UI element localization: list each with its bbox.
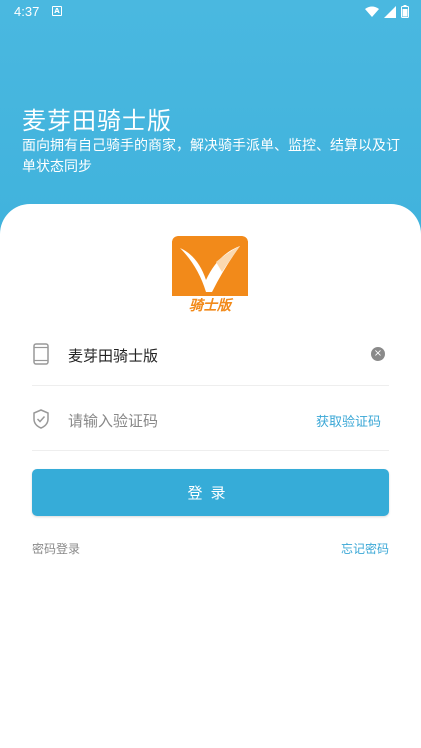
login-button[interactable]: 登录 (32, 469, 389, 516)
phone-field-row: 麦芽田骑士版 × (32, 324, 389, 386)
logo-mark (172, 236, 248, 296)
phone-icon (33, 343, 49, 365)
signal-icon (384, 5, 396, 18)
get-code-button[interactable]: 获取验证码 (316, 411, 381, 430)
notification-icon: A (52, 6, 62, 16)
app-logo: 骑士版 (172, 236, 248, 312)
logo-wing-icon (180, 246, 240, 292)
status-icons (365, 5, 409, 18)
clear-icon[interactable]: × (371, 347, 385, 361)
battery-icon (401, 5, 409, 18)
shield-icon (33, 409, 49, 429)
status-time: 4:37 (14, 4, 40, 19)
code-input[interactable]: 请输入验证码 (68, 410, 158, 431)
code-field-row: 请输入验证码 获取验证码 (32, 389, 389, 451)
password-login-link[interactable]: 密码登录 (32, 540, 80, 557)
forgot-password-link[interactable]: 忘记密码 (341, 540, 389, 557)
app-title: 麦芽田骑士版 (22, 107, 172, 135)
wifi-icon (365, 6, 379, 17)
status-bar: 4:37 A (0, 0, 421, 24)
phone-input[interactable]: 麦芽田骑士版 (68, 345, 158, 366)
logo-text: 骑士版 (189, 298, 231, 312)
app-subtitle: 面向拥有自己骑手的商家，解决骑手派单、监控、结算以及订单状态同步 (22, 138, 400, 175)
